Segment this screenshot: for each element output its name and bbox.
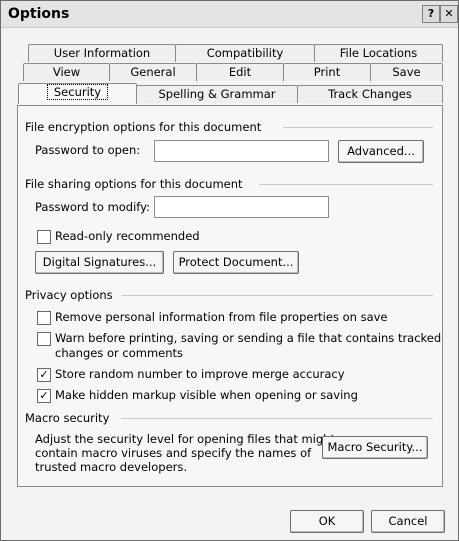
protect-document-button[interactable]: Protect Document... [173, 251, 299, 274]
macro-description-line-1: Adjust the security level for opening fi… [35, 432, 335, 446]
warn-tracked-changes-label-cont: changes or comments [55, 346, 184, 360]
tab-label: File Locations [339, 46, 418, 60]
store-random-number-checkbox[interactable]: ✓ [37, 368, 51, 382]
tab-label: Print [313, 65, 341, 79]
tab-print[interactable]: Print [283, 63, 371, 81]
group-divider [283, 127, 433, 128]
tab-file-locations[interactable]: File Locations [314, 44, 443, 62]
help-icon[interactable]: ? [422, 5, 440, 23]
security-panel: File encryption options for this documen… [17, 105, 443, 487]
tab-spelling-grammar[interactable]: Spelling & Grammar [136, 85, 298, 103]
advanced-button[interactable]: Advanced... [338, 140, 424, 163]
group-title: File sharing options for this document [25, 177, 243, 191]
password-open-label: Password to open: [35, 143, 141, 157]
warn-tracked-changes-checkbox[interactable] [37, 332, 51, 346]
tab-track-changes[interactable]: Track Changes [297, 85, 443, 103]
ok-button[interactable]: OK [290, 510, 364, 533]
group-title: File encryption options for this documen… [25, 120, 262, 134]
password-open-field[interactable] [154, 140, 329, 162]
tab-label: Track Changes [328, 87, 412, 101]
tab-general[interactable]: General [109, 63, 197, 81]
tab-label: Compatibility [206, 46, 284, 60]
macro-security-button[interactable]: Macro Security... [322, 436, 428, 459]
group-divider [122, 295, 433, 296]
store-random-number-label: Store random number to improve merge acc… [55, 367, 345, 381]
window-title: Options [8, 6, 70, 22]
title-bar: Options ? ✕ [1, 1, 458, 28]
readonly-label: Read-only recommended [55, 229, 200, 243]
digital-signatures-button[interactable]: Digital Signatures... [35, 251, 164, 274]
tab-edit[interactable]: Edit [196, 63, 284, 81]
tab-label: Save [392, 65, 421, 79]
close-icon[interactable]: ✕ [440, 5, 458, 23]
macro-description-line-2: contain macro viruses and specify the na… [35, 446, 312, 460]
privacy-group-heading: Privacy options [25, 288, 435, 302]
make-markup-visible-label: Make hidden markup visible when opening … [55, 388, 358, 402]
warn-tracked-changes-label: Warn before printing, saving or sending … [55, 331, 442, 345]
tab-compatibility[interactable]: Compatibility [175, 44, 315, 62]
tab-save[interactable]: Save [370, 63, 443, 81]
remove-personal-info-checkbox[interactable] [37, 311, 51, 325]
tab-user-information[interactable]: User Information [28, 44, 176, 62]
tab-view[interactable]: View [23, 63, 110, 81]
options-dialog: Options ? ✕ User Information Compatibili… [0, 0, 459, 541]
group-title: Privacy options [25, 288, 113, 302]
tab-label: View [52, 65, 81, 79]
macro-description-line-3: trusted macro developers. [35, 460, 188, 474]
group-title: Macro security [25, 411, 110, 425]
tab-security[interactable]: Security [18, 83, 137, 104]
password-modify-field[interactable] [154, 196, 329, 218]
make-markup-visible-checkbox[interactable]: ✓ [37, 389, 51, 403]
tab-label: Security [46, 84, 109, 100]
password-modify-label: Password to modify: [35, 200, 150, 214]
tab-label: Edit [228, 65, 252, 79]
tab-label: Spelling & Grammar [158, 87, 276, 101]
tab-label: General [130, 65, 176, 79]
cancel-button[interactable]: Cancel [371, 510, 445, 533]
macro-group-heading: Macro security [25, 411, 435, 425]
group-divider [121, 418, 433, 419]
readonly-checkbox[interactable] [37, 230, 51, 244]
remove-personal-info-label: Remove personal information from file pr… [55, 310, 388, 324]
encryption-group-heading: File encryption options for this documen… [25, 120, 435, 134]
tab-label: User Information [53, 46, 151, 60]
group-divider [259, 184, 433, 185]
sharing-group-heading: File sharing options for this document [25, 177, 435, 191]
